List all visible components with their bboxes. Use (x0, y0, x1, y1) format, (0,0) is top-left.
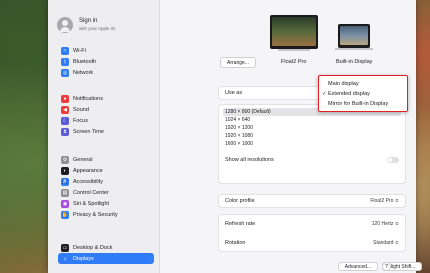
apple-id-signin[interactable]: Sign in with your Apple ID (57, 14, 153, 36)
sidebar-item-label: Bluetooth (73, 58, 97, 65)
accessibility-icon: ♿ (61, 177, 69, 186)
sidebar-item-appearance[interactable]: ◐ Appearance (58, 165, 154, 176)
rotation-select[interactable]: Standard ≎ (373, 240, 399, 246)
sidebar-item-label: Privacy & Security (73, 211, 118, 218)
show-all-resolutions-row: Show all resolutions (219, 154, 405, 166)
use-as-dropdown-menu: Main display ✓ Extended display Mirror f… (318, 75, 408, 112)
control-center-icon: ▤ (61, 188, 69, 197)
sidebar-item-notifications[interactable]: ● Notifications (58, 93, 154, 104)
speaker-icon: ◀ (61, 105, 69, 114)
show-all-resolutions-label: Show all resolutions (225, 157, 274, 163)
menu-item-mirror-built-in[interactable]: Mirror for Built-in Display (322, 99, 404, 109)
built-in-display-thumbnail[interactable] (338, 24, 370, 48)
sidebar-group-network: ≈ Wi-Fi ᛒ Bluetooth ◎ Network (58, 45, 154, 78)
menu-item-extended-display[interactable]: ✓ Extended display (322, 89, 404, 99)
help-button[interactable]: ? (382, 262, 391, 271)
sidebar-item-label: Network (73, 69, 94, 76)
resolution-panel: 1280 × 800 (Default) 1024 × 640 1920 × 1… (218, 104, 406, 184)
sidebar-item-focus[interactable]: ☾ Focus (58, 115, 154, 126)
wifi-icon: ≈ (61, 46, 69, 55)
hourglass-icon: ⧗ (61, 127, 69, 136)
float2-pro-label: Float2 Pro (281, 59, 307, 65)
gear-icon: ⚙ (61, 155, 69, 164)
account-title: Sign in (79, 18, 98, 24)
bell-icon: ● (61, 94, 69, 103)
avatar (57, 17, 73, 33)
rotation-label: Rotation (225, 240, 246, 246)
sidebar-item-label: Wi-Fi (73, 47, 86, 54)
sidebar-item-label: Screen Time (73, 128, 104, 135)
resolution-option-1920x1080[interactable]: 1920 × 1080 (223, 132, 401, 140)
globe-icon: ◎ (61, 68, 69, 77)
sidebar-item-label: Desktop & Dock (73, 244, 113, 251)
sidebar-item-label: Siri & Spotlight (73, 200, 110, 207)
sidebar-item-label: Accessibility (73, 178, 103, 185)
color-profile-panel: Color profile Float2 Pro ≎ (218, 194, 406, 208)
sidebar-item-siri-spotlight[interactable]: ◉ Siri & Spotlight (58, 198, 154, 209)
color-profile-label: Color profile (225, 198, 255, 204)
bluetooth-icon: ᛒ (61, 57, 69, 66)
sidebar-item-label: Appearance (73, 167, 103, 174)
sidebar-item-label: Sound (73, 106, 89, 113)
built-in-display-label: Built-in Display (336, 59, 373, 65)
settings-window: Sign in with your Apple ID ≈ Wi-Fi ᛒ Blu… (48, 0, 422, 273)
sidebar-item-sound[interactable]: ◀ Sound (58, 104, 154, 115)
moon-icon: ☾ (61, 116, 69, 125)
menu-item-main-display[interactable]: Main display (322, 79, 404, 89)
sidebar-item-label: General (73, 156, 93, 163)
sidebar-item-label: Notifications (73, 95, 103, 102)
sidebar-item-screen-time[interactable]: ⧗ Screen Time (58, 126, 154, 137)
advanced-button[interactable]: Advanced... (338, 262, 378, 271)
dock-icon: ▭ (61, 243, 69, 252)
displays-pane: Float2 Pro Built-in Display Arrange... U… (160, 0, 422, 273)
sidebar-item-network[interactable]: ◎ Network (58, 67, 154, 78)
sidebar-item-desktop-dock[interactable]: ▭ Desktop & Dock (58, 242, 154, 253)
sidebar: Sign in with your Apple ID ≈ Wi-Fi ᛒ Blu… (48, 0, 160, 273)
sidebar-item-displays[interactable]: ☼ Displays (58, 253, 154, 264)
arrange-button[interactable]: Arrange... (220, 57, 256, 68)
sidebar-item-privacy-security[interactable]: ✋ Privacy & Security (58, 209, 154, 220)
sidebar-item-control-center[interactable]: ▤ Control Center (58, 187, 154, 198)
siri-icon: ◉ (61, 199, 69, 208)
sidebar-group-general: ⚙ General ◐ Appearance ♿ Accessibility ▤… (58, 154, 154, 220)
appearance-icon: ◐ (61, 166, 69, 175)
sidebar-item-bluetooth[interactable]: ᛒ Bluetooth (58, 56, 154, 67)
sun-icon: ☼ (61, 254, 69, 263)
color-profile-select[interactable]: Float2 Pro ≎ (370, 198, 399, 204)
resolution-option-1920x1200[interactable]: 1920 × 1200 (223, 124, 401, 132)
show-all-resolutions-toggle[interactable] (387, 157, 399, 163)
hand-icon: ✋ (61, 210, 69, 219)
refresh-rate-select[interactable]: 120 Hertz ≎ (372, 221, 399, 227)
sidebar-item-wifi[interactable]: ≈ Wi-Fi (58, 45, 154, 56)
sidebar-group-desktop: ▭ Desktop & Dock ☼ Displays (58, 242, 154, 264)
resolution-option-1600x1000[interactable]: 1600 × 1000 (223, 140, 401, 148)
sidebar-item-label: Displays (73, 255, 94, 262)
sidebar-item-accessibility[interactable]: ♿ Accessibility (58, 176, 154, 187)
sidebar-item-label: Focus (73, 117, 88, 124)
bottom-button-bar: Advanced... Night Shift... (160, 260, 422, 273)
account-subtitle: with your Apple ID (79, 26, 116, 31)
refresh-rotation-panel: Refresh rate 120 Hertz ≎ Rotation Standa… (218, 214, 406, 252)
use-as-label: Use as (225, 90, 243, 96)
sidebar-group-notifications: ● Notifications ◀ Sound ☾ Focus ⧗ Screen… (58, 93, 154, 137)
refresh-rate-label: Refresh rate (225, 221, 256, 227)
resolution-option-1024x640[interactable]: 1024 × 640 (223, 116, 401, 124)
checkmark-icon: ✓ (322, 91, 327, 97)
sidebar-item-general[interactable]: ⚙ General (58, 154, 154, 165)
sidebar-item-label: Control Center (73, 189, 109, 196)
float2-pro-display-thumbnail[interactable] (270, 15, 318, 49)
